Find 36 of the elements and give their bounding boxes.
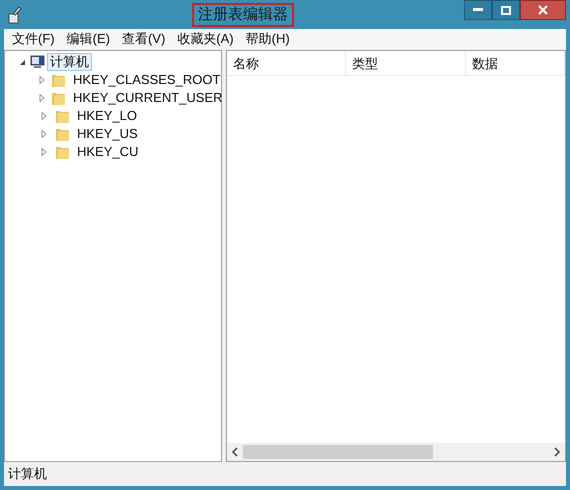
column-header[interactable]: 类型: [346, 51, 466, 75]
minimize-icon: [473, 8, 483, 12]
expand-arrow-icon[interactable]: [39, 111, 49, 121]
scrollbar-thumb[interactable]: [243, 445, 433, 459]
menu-item[interactable]: 查看(V): [116, 29, 170, 49]
tree-item[interactable]: HKEY_US: [74, 125, 141, 143]
tree-item[interactable]: HKEY_CURRENT_USER: [70, 89, 226, 107]
folder-icon: [51, 90, 67, 106]
folder-icon: [55, 144, 71, 160]
minimize-button[interactable]: [464, 0, 492, 20]
menu-item[interactable]: 编辑(E): [62, 29, 115, 49]
maximize-icon: [501, 6, 511, 14]
expand-arrow-icon[interactable]: [39, 93, 45, 103]
maximize-button[interactable]: [492, 0, 520, 20]
menu-item[interactable]: 收藏夹(A): [172, 29, 239, 49]
folder-icon: [55, 108, 71, 124]
folder-icon: [51, 72, 67, 88]
column-header[interactable]: 数据: [466, 51, 565, 75]
app-icon: [8, 6, 22, 24]
window-title: 注册表编辑器: [192, 2, 294, 26]
menu-item[interactable]: 文件(F): [7, 29, 60, 49]
expand-arrow-icon[interactable]: [39, 147, 49, 157]
menu-item[interactable]: 帮助(H): [240, 29, 295, 49]
computer-icon: [29, 55, 45, 69]
close-icon: [538, 5, 548, 15]
horizontal-scrollbar[interactable]: [227, 443, 565, 461]
column-header[interactable]: 名称: [227, 51, 346, 75]
tree-item[interactable]: HKEY_CLASSES_ROOT: [70, 71, 224, 89]
folder-icon: [55, 126, 71, 142]
tree-item[interactable]: HKEY_LO: [74, 107, 140, 125]
close-button[interactable]: [520, 0, 566, 20]
tree-item[interactable]: HKEY_CU: [74, 143, 142, 161]
expand-arrow-icon[interactable]: [39, 75, 45, 85]
tree-item[interactable]: 计算机: [47, 53, 92, 71]
status-text: 计算机: [8, 465, 47, 484]
expand-arrow-icon[interactable]: [39, 129, 49, 139]
